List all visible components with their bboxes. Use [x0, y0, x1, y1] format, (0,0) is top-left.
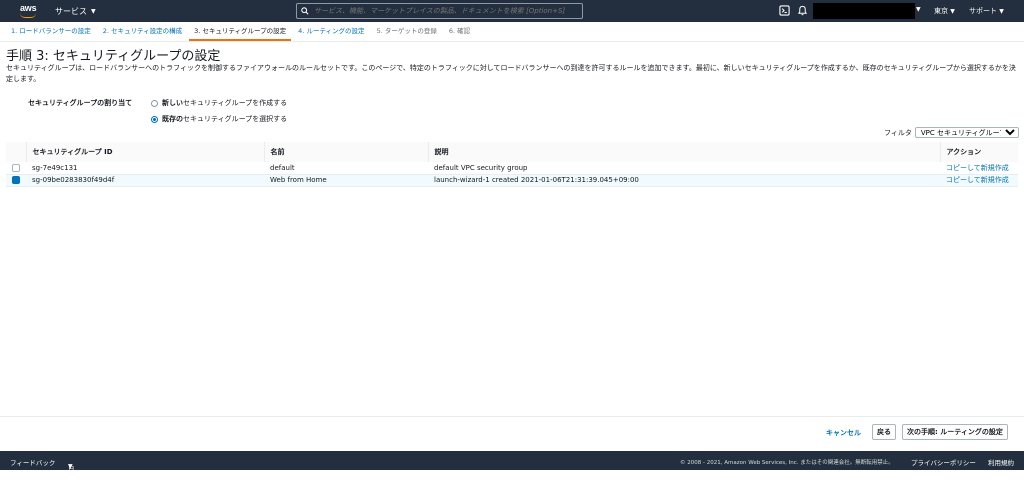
row-checkbox-checked[interactable] [12, 176, 20, 184]
security-group-description: launch-wizard-1 created 2021-01-06T21:31… [428, 174, 940, 187]
copy-to-new-link[interactable]: コピーして新規作成 [940, 174, 1018, 187]
caret-down-icon[interactable]: ▼ [916, 6, 921, 13]
step-6: 6. 確認 [448, 27, 471, 35]
step-2[interactable]: 2. セキュリティ設定の構成 [98, 25, 187, 41]
radio-new-group[interactable]: 新しいセキュリティグループを作成する [151, 98, 287, 108]
next-step-button[interactable]: 次の手順: ルーティングの設定 [902, 424, 1008, 440]
row-checkbox[interactable] [12, 163, 20, 172]
radio-existing-group[interactable]: 既存のセキュリティグループを選択する [151, 114, 287, 124]
page-description: セキュリティグループは、ロードバランサーへのトラフィックを制御するファイアウォー… [6, 64, 1016, 83]
search-box[interactable] [296, 3, 583, 19]
security-group-id: sg-09be0283830f49d4f [26, 174, 264, 187]
security-group-id: sg-7e49c131 [26, 162, 264, 175]
security-group-description: default VPC security group [428, 162, 940, 175]
back-button[interactable]: 戻る [872, 424, 896, 440]
caret-down-icon: ▼ [999, 8, 1004, 15]
filter-label: フィルタ [884, 128, 912, 137]
copyright: © 2008 - 2021, Amazon Web Services, Inc.… [680, 460, 894, 466]
privacy-policy-link[interactable]: プライバシーポリシー [911, 457, 976, 467]
step-4[interactable]: 4. ルーティングの設定 [293, 25, 369, 41]
copy-to-new-link[interactable]: コピーして新規作成 [940, 162, 1018, 175]
aws-logo[interactable]: aws [18, 3, 40, 19]
step-5: 5. ターゲットの登録 [376, 27, 437, 35]
table-row[interactable]: sg-7e49c131 default default VPC security… [6, 162, 1018, 175]
column-header-action: アクション [940, 142, 1018, 162]
step-3-current: 3. セキュリティグループの設定 [189, 25, 292, 41]
terminal-icon[interactable] [779, 5, 790, 16]
caret-down-icon: ▼ [91, 8, 96, 15]
search-input[interactable] [314, 7, 574, 15]
feedback-link[interactable]: フィードバック [10, 457, 55, 467]
column-header-name[interactable]: 名前 [264, 142, 429, 162]
page-footer: フィードバック 日本語 ▼ © 2008 - 2021, Amazon Web … [0, 451, 1024, 493]
column-header-id[interactable]: セキュリティグループ ID [26, 142, 265, 162]
support-menu[interactable]: サポート ▼ [969, 6, 1004, 16]
security-group-name: default [264, 162, 428, 175]
caret-down-icon: ▼ [950, 8, 955, 15]
caret-down-icon: ▼ [68, 463, 73, 470]
radio-button-selected[interactable] [151, 115, 158, 123]
step-1[interactable]: 1. ロードバランサーの設定 [6, 25, 96, 41]
account-menu-redacted[interactable] [813, 3, 915, 19]
column-header-description[interactable]: 説明 [428, 142, 941, 162]
search-icon [301, 7, 309, 15]
bell-icon[interactable] [797, 5, 808, 16]
cancel-button[interactable]: キャンセル [826, 428, 861, 438]
assign-label: セキュリティグループの割り当て [28, 99, 133, 107]
security-group-table: セキュリティグループ ID 名前 説明 アクション sg-7e49c131 de… [6, 142, 1018, 187]
services-menu[interactable]: サービス ▼ [55, 6, 96, 17]
filter: フィルタ VPC セキュリティグループ [884, 127, 1019, 138]
filter-select[interactable]: VPC セキュリティグループ [914, 127, 1019, 138]
radio-button[interactable] [151, 99, 158, 107]
terms-link[interactable]: 利用規約 [988, 457, 1014, 467]
services-label: サービス [55, 7, 87, 16]
wizard-steps: 1. ロードバランサーの設定 2. セキュリティ設定の構成 3. セキュリティグ… [0, 22, 1024, 42]
wizard-button-bar: キャンセル 戻る 次の手順: ルーティングの設定 [0, 416, 1024, 450]
top-navigation: aws サービス ▼ ▼ 東京 ▼ サポート ▼ [0, 0, 1024, 22]
select-column-header [6, 142, 27, 162]
page-title: 手順 3: セキュリティグループの設定 [6, 49, 221, 64]
table-row-selected[interactable]: sg-09be0283830f49d4f Web from Home launc… [6, 174, 1018, 187]
region-menu[interactable]: 東京 ▼ [934, 6, 955, 16]
security-group-name: Web from Home [264, 174, 428, 187]
